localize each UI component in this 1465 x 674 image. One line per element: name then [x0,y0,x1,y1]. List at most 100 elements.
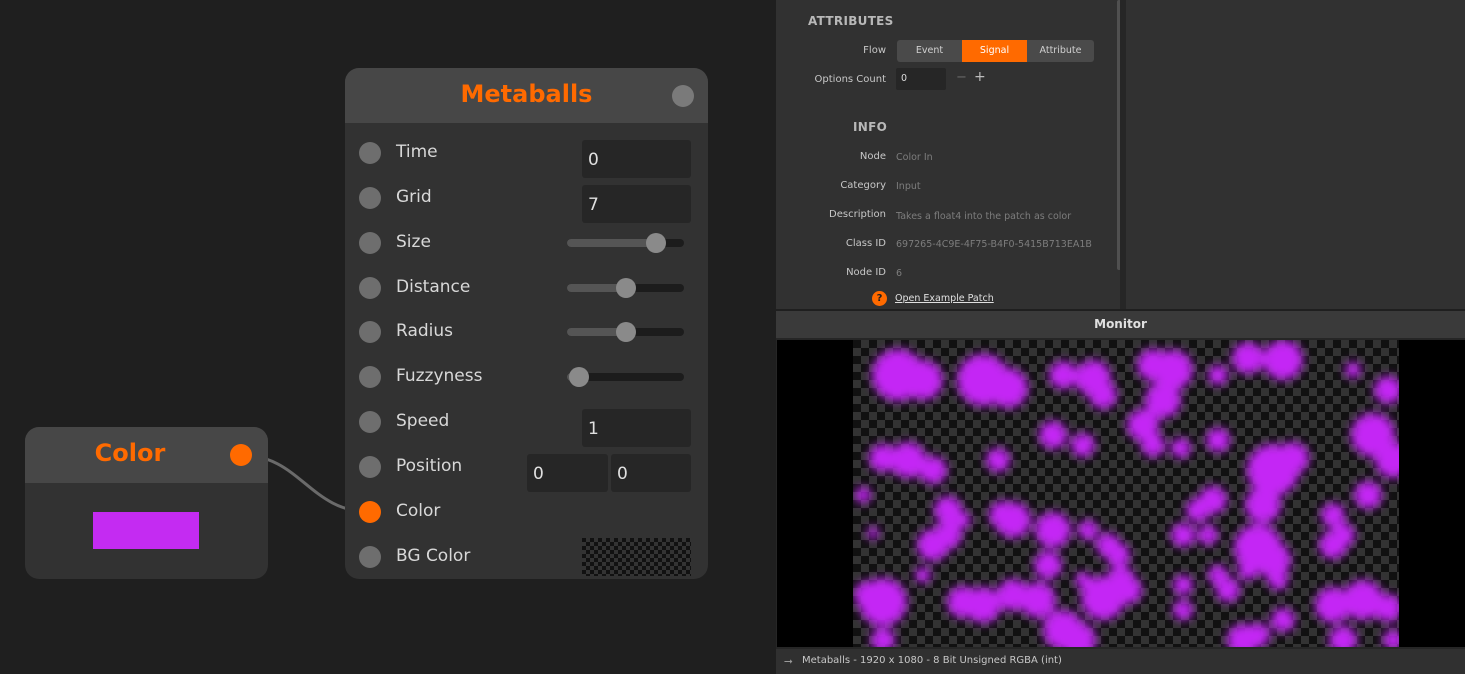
description-label: Description [829,209,886,220]
node-graph-canvas[interactable]: Color Metaballs Time 0 Grid 7 Size Dista… [0,0,776,674]
metaball-blob [988,368,1028,408]
node-label: Node [859,151,886,162]
options-count-minus-button[interactable]: − [956,70,967,85]
grid-pin[interactable] [359,187,381,209]
open-example-patch-link[interactable]: Open Example Patch [895,293,994,304]
category-value: Input [896,181,921,192]
radius-slider-knob[interactable] [615,322,636,342]
metaball-blob [1246,623,1270,647]
pin-icon[interactable]: ⭢ [784,649,793,673]
metaball-blob [1020,582,1056,618]
radius-pin[interactable] [359,321,381,343]
position-y-field[interactable]: 0 [611,454,691,492]
metaball-blob [855,487,871,503]
inspector-side-panel [1126,0,1465,309]
distance-pin[interactable] [359,277,381,299]
metaball-blob [934,521,962,549]
metaballs-output-pin[interactable] [672,85,694,107]
metaball-blob [1208,365,1228,385]
inspector-panel: ATTRIBUTES Flow Event Signal Attribute O… [776,0,1120,309]
radius-slider[interactable] [567,322,684,342]
options-count-field[interactable]: 0 [896,68,946,90]
bg-color-pin[interactable] [359,546,381,568]
speed-pin[interactable] [359,411,381,433]
size-label: Size [396,232,431,252]
monitor-viewport[interactable] [777,340,1465,647]
metaball-blob [1383,630,1399,647]
metaball-blob [1198,525,1218,545]
color-label: Color [396,501,441,521]
metaball-blob [1106,543,1130,567]
fuzzyness-pin[interactable] [359,366,381,388]
flow-signal-button[interactable]: Signal [962,40,1027,62]
bg-color-label: BG Color [396,546,471,566]
metaball-blob [1268,570,1288,590]
size-slider[interactable] [567,233,684,253]
metaball-blob [1049,361,1077,389]
flow-attribute-button[interactable]: Attribute [1027,40,1094,62]
metaball-blob [1206,428,1230,452]
monitor-status-bar: ⭢ Metaballs - 1920 x 1080 - 8 Bit Unsign… [776,649,1465,674]
fuzzyness-label: Fuzzyness [396,366,483,386]
metaball-blob [965,587,1001,623]
metaball-blob [915,567,931,583]
color-node-header[interactable]: Color [25,427,268,483]
metaball-blob [1329,626,1357,647]
help-icon[interactable]: ? [872,291,887,306]
input-fuzzyness: Fuzzyness [345,355,708,400]
metaballs-node[interactable]: Metaballs Time 0 Grid 7 Size Distance Ra… [345,68,708,579]
metaball-blob [1035,512,1071,548]
position-label: Position [396,456,463,476]
metaball-blob [1331,523,1355,547]
metaball-blob [995,502,1031,538]
bg-color-swatch[interactable] [582,538,691,576]
input-time: Time 0 [345,131,708,178]
metaball-blob [1071,433,1095,457]
color-node[interactable]: Color [25,427,268,579]
input-bg-color: BG Color [345,535,708,579]
metaball-blob [1199,486,1227,514]
metaballs-node-header[interactable]: Metaballs [345,68,708,123]
metaball-blob [1141,433,1165,457]
input-grid: Grid 7 [345,176,708,223]
monitor-panel: Monitor ⭢ Metaballs - 1920 x 1080 - 8 Bi… [776,311,1465,674]
time-field[interactable]: 0 [582,140,691,178]
fuzzyness-slider[interactable] [567,367,684,387]
distance-slider[interactable] [567,278,684,298]
time-label: Time [396,142,438,162]
flow-label: Flow [863,45,886,56]
time-pin[interactable] [359,142,381,164]
position-pin[interactable] [359,456,381,478]
metaball-blob [1263,340,1303,380]
metaball-blob [1089,381,1117,409]
fuzzyness-slider-knob[interactable] [568,367,589,387]
class-id-value: 697265-4C9E-4F75-B4F0-5415B713EA1B [896,239,1092,250]
distance-slider-knob[interactable] [615,278,636,298]
color-swatch[interactable] [93,512,199,549]
attributes-heading: ATTRIBUTES [808,14,894,28]
metaball-blob [1232,342,1264,374]
node-id-value: 6 [896,268,903,279]
size-pin[interactable] [359,232,381,254]
distance-label: Distance [396,277,471,297]
position-x-field[interactable]: 0 [527,454,608,492]
metaball-blob [1277,442,1309,474]
input-color: Color [345,490,708,535]
speed-field[interactable]: 1 [582,409,691,447]
size-slider-knob[interactable] [645,233,666,253]
flow-event-button[interactable]: Event [897,40,962,62]
metaball-blob [1078,520,1098,540]
metaball-blob [867,527,879,539]
color-output-pin[interactable] [230,444,252,466]
color-input-pin[interactable] [359,501,381,523]
options-count-plus-button[interactable]: + [974,69,986,85]
grid-field[interactable]: 7 [582,185,691,223]
input-size: Size [345,221,708,266]
info-heading: INFO [853,120,888,134]
radius-label: Radius [396,321,454,341]
options-count-label: Options Count [814,74,886,85]
color-node-title: Color [94,439,166,467]
metaball-blob [1173,600,1193,620]
metaball-blob [1173,575,1193,595]
metaball-blob [1216,578,1240,602]
